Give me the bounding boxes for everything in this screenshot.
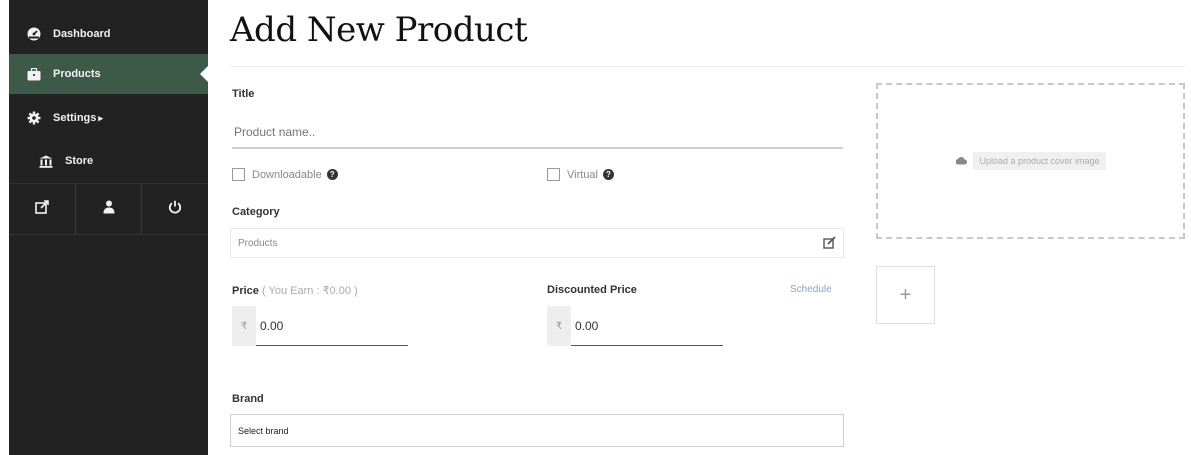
logout-button[interactable] — [142, 184, 208, 234]
dashboard-icon — [23, 27, 45, 41]
downloadable-label: Downloadable — [252, 168, 322, 181]
power-icon — [168, 200, 182, 219]
caret-right-icon: ▸ — [98, 112, 103, 123]
sidebar-item-label: Dashboard — [53, 28, 111, 40]
cover-image-dropzone[interactable]: Upload a product cover image — [876, 83, 1185, 239]
sidebar-item-settings[interactable]: Settings ▸ — [9, 98, 208, 138]
category-value: Products — [238, 237, 278, 249]
brand-select[interactable]: Select brand — [230, 414, 844, 447]
category-label: Category — [232, 206, 280, 218]
sidebar-item-label: Products — [53, 68, 101, 80]
sidebar-quick-actions — [9, 183, 208, 235]
help-icon[interactable]: ? — [326, 169, 338, 180]
divider — [230, 66, 1185, 67]
checkbox-box[interactable] — [547, 168, 560, 181]
sidebar-item-label: Store — [65, 155, 94, 167]
discounted-price-field[interactable]: ₹ 0.00 — [547, 306, 723, 346]
currency-symbol: ₹ — [547, 306, 571, 346]
title-label: Title — [232, 88, 255, 100]
discounted-price-label: Discounted Price — [547, 284, 637, 296]
sidebar-item-label: Settings — [53, 112, 97, 124]
virtual-checkbox[interactable]: Virtual ? — [547, 168, 614, 181]
upload-cover-button[interactable]: Upload a product cover image — [955, 152, 1106, 170]
edit-icon[interactable] — [823, 236, 836, 252]
virtual-label: Virtual — [567, 168, 598, 181]
checkbox-box[interactable] — [232, 168, 245, 181]
profile-button[interactable] — [76, 184, 143, 234]
downloadable-checkbox[interactable]: Downloadable ? — [232, 168, 338, 181]
price-label-text: Price — [232, 285, 259, 297]
gear-icon — [23, 111, 45, 125]
briefcase-icon — [23, 67, 45, 81]
sidebar: Dashboard Products Settings ▸ Store — [9, 0, 208, 455]
category-field[interactable]: Products — [230, 228, 844, 258]
user-icon — [103, 200, 115, 219]
help-icon[interactable]: ? — [602, 169, 614, 180]
cloud-upload-icon — [955, 156, 968, 167]
upload-cover-label: Upload a product cover image — [973, 152, 1106, 170]
add-gallery-image-button[interactable]: + — [876, 266, 935, 324]
currency-symbol: ₹ — [232, 306, 256, 346]
active-indicator — [200, 66, 208, 82]
price-input[interactable]: 0.00 — [256, 306, 408, 346]
plus-icon: + — [899, 283, 912, 306]
external-link-icon — [35, 199, 49, 219]
discounted-price-input[interactable]: 0.00 — [571, 306, 723, 346]
earnings-note: ( You Earn : ₹0.00 ) — [261, 285, 358, 297]
schedule-link[interactable]: Schedule — [790, 284, 832, 295]
price-field[interactable]: ₹ 0.00 — [232, 306, 408, 346]
brand-label: Brand — [232, 393, 264, 405]
sidebar-item-products[interactable]: Products — [9, 54, 208, 94]
sidebar-item-dashboard[interactable]: Dashboard — [9, 14, 208, 54]
sidebar-item-store[interactable]: Store — [9, 141, 208, 181]
price-label: Price ( You Earn : ₹0.00 ) — [232, 284, 358, 297]
external-link-button[interactable] — [9, 184, 76, 234]
product-title-input[interactable] — [232, 116, 843, 149]
page-title: Add New Product — [230, 10, 528, 50]
bank-icon — [35, 155, 57, 168]
brand-select-value: Select brand — [238, 425, 289, 436]
